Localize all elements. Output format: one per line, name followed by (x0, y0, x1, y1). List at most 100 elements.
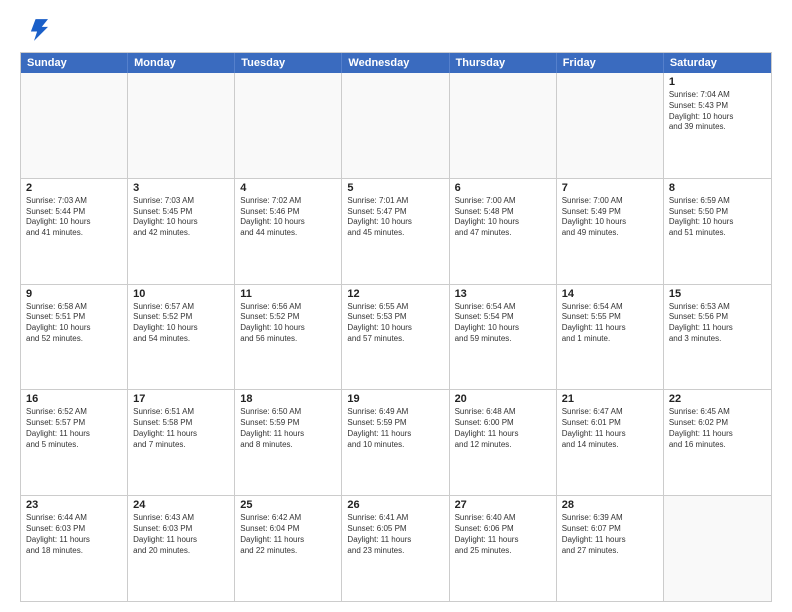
cell-info: Sunrise: 6:40 AM Sunset: 6:06 PM Dayligh… (455, 513, 551, 556)
cell-info: Sunrise: 6:55 AM Sunset: 5:53 PM Dayligh… (347, 302, 443, 345)
weekday-header: Wednesday (342, 53, 449, 73)
day-number: 2 (26, 182, 122, 194)
calendar-header: SundayMondayTuesdayWednesdayThursdayFrid… (21, 53, 771, 73)
calendar: SundayMondayTuesdayWednesdayThursdayFrid… (20, 52, 772, 602)
logo-icon (20, 16, 48, 44)
logo (20, 16, 52, 44)
calendar-cell: 12 Sunrise: 6:55 AM Sunset: 5:53 PM Dayli… (342, 285, 449, 390)
calendar-cell (235, 73, 342, 178)
calendar-cell: 21 Sunrise: 6:47 AM Sunset: 6:01 PM Dayli… (557, 390, 664, 495)
calendar-row: 9Sunrise: 6:58 AM Sunset: 5:51 PM Daylig… (21, 284, 771, 390)
calendar-row: 16 Sunrise: 6:52 AM Sunset: 5:57 PM Dayli… (21, 389, 771, 495)
cell-info: Sunrise: 6:49 AM Sunset: 5:59 PM Dayligh… (347, 407, 443, 450)
day-number: 20 (455, 393, 551, 405)
calendar-cell: 10 Sunrise: 6:57 AM Sunset: 5:52 PM Dayli… (128, 285, 235, 390)
day-number: 17 (133, 393, 229, 405)
day-number: 10 (133, 288, 229, 300)
cell-info: Sunrise: 6:50 AM Sunset: 5:59 PM Dayligh… (240, 407, 336, 450)
day-number: 16 (26, 393, 122, 405)
day-number: 14 (562, 288, 658, 300)
calendar-cell: 8 Sunrise: 6:59 AM Sunset: 5:50 PM Daylig… (664, 179, 771, 284)
cell-info: Sunrise: 7:02 AM Sunset: 5:46 PM Dayligh… (240, 196, 336, 239)
day-number: 6 (455, 182, 551, 194)
day-number: 5 (347, 182, 443, 194)
calendar-cell: 27 Sunrise: 6:40 AM Sunset: 6:06 PM Dayli… (450, 496, 557, 601)
cell-info: Sunrise: 7:00 AM Sunset: 5:48 PM Dayligh… (455, 196, 551, 239)
calendar-cell: 5 Sunrise: 7:01 AM Sunset: 5:47 PM Daylig… (342, 179, 449, 284)
day-number: 24 (133, 499, 229, 511)
calendar-cell: 20 Sunrise: 6:48 AM Sunset: 6:00 PM Dayli… (450, 390, 557, 495)
cell-info: Sunrise: 6:56 AM Sunset: 5:52 PM Dayligh… (240, 302, 336, 345)
calendar-cell: 22 Sunrise: 6:45 AM Sunset: 6:02 PM Dayli… (664, 390, 771, 495)
day-number: 22 (669, 393, 766, 405)
cell-info: Sunrise: 7:03 AM Sunset: 5:44 PM Dayligh… (26, 196, 122, 239)
calendar-cell: 2 Sunrise: 7:03 AM Sunset: 5:44 PM Daylig… (21, 179, 128, 284)
cell-info: Sunrise: 6:53 AM Sunset: 5:56 PM Dayligh… (669, 302, 766, 345)
day-number: 25 (240, 499, 336, 511)
day-number: 21 (562, 393, 658, 405)
day-number: 18 (240, 393, 336, 405)
cell-info: Sunrise: 6:41 AM Sunset: 6:05 PM Dayligh… (347, 513, 443, 556)
cell-info: Sunrise: 6:59 AM Sunset: 5:50 PM Dayligh… (669, 196, 766, 239)
day-number: 8 (669, 182, 766, 194)
calendar-cell: 18 Sunrise: 6:50 AM Sunset: 5:59 PM Dayli… (235, 390, 342, 495)
calendar-cell: 9Sunrise: 6:58 AM Sunset: 5:51 PM Daylig… (21, 285, 128, 390)
calendar-cell (128, 73, 235, 178)
day-number: 7 (562, 182, 658, 194)
weekday-header: Friday (557, 53, 664, 73)
calendar-row: 1 Sunrise: 7:04 AM Sunset: 5:43 PM Daylig… (21, 73, 771, 178)
cell-info: Sunrise: 6:48 AM Sunset: 6:00 PM Dayligh… (455, 407, 551, 450)
cell-info: Sunrise: 6:58 AM Sunset: 5:51 PM Dayligh… (26, 302, 122, 345)
day-number: 12 (347, 288, 443, 300)
day-number: 11 (240, 288, 336, 300)
calendar-cell (450, 73, 557, 178)
calendar-cell: 1 Sunrise: 7:04 AM Sunset: 5:43 PM Daylig… (664, 73, 771, 178)
day-number: 15 (669, 288, 766, 300)
weekday-header: Saturday (664, 53, 771, 73)
calendar-cell: 7Sunrise: 7:00 AM Sunset: 5:49 PM Daylig… (557, 179, 664, 284)
cell-info: Sunrise: 7:04 AM Sunset: 5:43 PM Dayligh… (669, 90, 766, 133)
day-number: 13 (455, 288, 551, 300)
cell-info: Sunrise: 6:42 AM Sunset: 6:04 PM Dayligh… (240, 513, 336, 556)
day-number: 26 (347, 499, 443, 511)
cell-info: Sunrise: 7:03 AM Sunset: 5:45 PM Dayligh… (133, 196, 229, 239)
cell-info: Sunrise: 6:57 AM Sunset: 5:52 PM Dayligh… (133, 302, 229, 345)
calendar-cell (664, 496, 771, 601)
calendar-cell: 25 Sunrise: 6:42 AM Sunset: 6:04 PM Dayli… (235, 496, 342, 601)
day-number: 27 (455, 499, 551, 511)
weekday-header: Tuesday (235, 53, 342, 73)
calendar-cell: 14 Sunrise: 6:54 AM Sunset: 5:55 PM Dayli… (557, 285, 664, 390)
calendar-cell: 24 Sunrise: 6:43 AM Sunset: 6:03 PM Dayli… (128, 496, 235, 601)
calendar-cell: 26 Sunrise: 6:41 AM Sunset: 6:05 PM Dayli… (342, 496, 449, 601)
calendar-cell (342, 73, 449, 178)
calendar-cell: 6 Sunrise: 7:00 AM Sunset: 5:48 PM Daylig… (450, 179, 557, 284)
page: SundayMondayTuesdayWednesdayThursdayFrid… (0, 0, 792, 612)
cell-info: Sunrise: 6:51 AM Sunset: 5:58 PM Dayligh… (133, 407, 229, 450)
cell-info: Sunrise: 7:01 AM Sunset: 5:47 PM Dayligh… (347, 196, 443, 239)
weekday-header: Monday (128, 53, 235, 73)
cell-info: Sunrise: 6:47 AM Sunset: 6:01 PM Dayligh… (562, 407, 658, 450)
calendar-row: 23Sunrise: 6:44 AM Sunset: 6:03 PM Dayli… (21, 495, 771, 601)
calendar-cell: 11 Sunrise: 6:56 AM Sunset: 5:52 PM Dayli… (235, 285, 342, 390)
day-number: 28 (562, 499, 658, 511)
day-number: 1 (669, 76, 766, 88)
calendar-cell: 16 Sunrise: 6:52 AM Sunset: 5:57 PM Dayli… (21, 390, 128, 495)
cell-info: Sunrise: 6:39 AM Sunset: 6:07 PM Dayligh… (562, 513, 658, 556)
calendar-cell: 15 Sunrise: 6:53 AM Sunset: 5:56 PM Dayli… (664, 285, 771, 390)
calendar-cell: 19Sunrise: 6:49 AM Sunset: 5:59 PM Dayli… (342, 390, 449, 495)
cell-info: Sunrise: 6:45 AM Sunset: 6:02 PM Dayligh… (669, 407, 766, 450)
calendar-cell (21, 73, 128, 178)
cell-info: Sunrise: 6:54 AM Sunset: 5:55 PM Dayligh… (562, 302, 658, 345)
calendar-cell (557, 73, 664, 178)
weekday-header: Sunday (21, 53, 128, 73)
calendar-cell: 23Sunrise: 6:44 AM Sunset: 6:03 PM Dayli… (21, 496, 128, 601)
calendar-cell: 28 Sunrise: 6:39 AM Sunset: 6:07 PM Dayli… (557, 496, 664, 601)
weekday-header: Thursday (450, 53, 557, 73)
calendar-cell: 3 Sunrise: 7:03 AM Sunset: 5:45 PM Daylig… (128, 179, 235, 284)
cell-info: Sunrise: 6:43 AM Sunset: 6:03 PM Dayligh… (133, 513, 229, 556)
day-number: 3 (133, 182, 229, 194)
cell-info: Sunrise: 6:44 AM Sunset: 6:03 PM Dayligh… (26, 513, 122, 556)
calendar-cell: 13Sunrise: 6:54 AM Sunset: 5:54 PM Dayli… (450, 285, 557, 390)
header (20, 16, 772, 44)
cell-info: Sunrise: 6:52 AM Sunset: 5:57 PM Dayligh… (26, 407, 122, 450)
